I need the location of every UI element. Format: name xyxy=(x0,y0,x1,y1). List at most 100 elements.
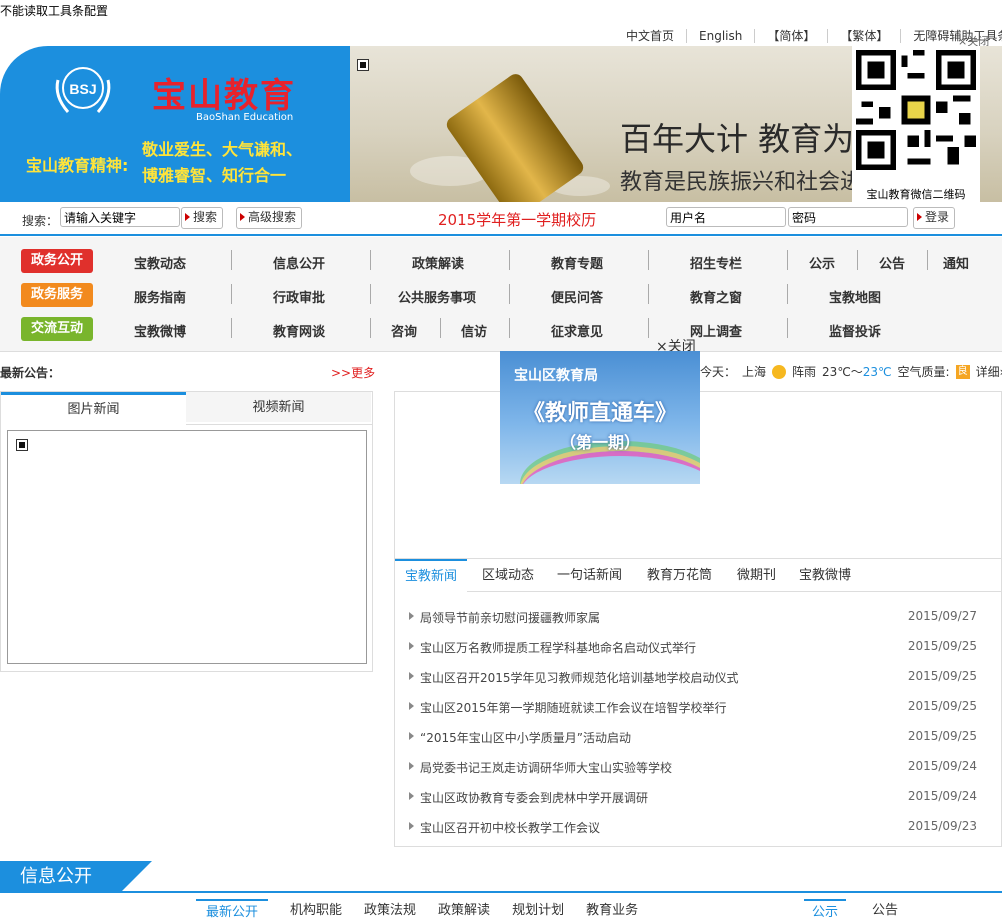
nav-item[interactable]: 教育网谈 xyxy=(273,321,325,340)
header-arrow-shape xyxy=(120,861,152,893)
qr-code-box: 宝山教育微信二维码 xyxy=(852,46,980,204)
tab-baojiao-news[interactable]: 宝教新闻 xyxy=(395,559,468,593)
nav-item[interactable]: 信息公开 xyxy=(273,253,325,272)
news-row[interactable]: 宝山区2015年第一学期随班就读工作会议在培智学校举行 2015/09/25 xyxy=(409,696,977,716)
news-tabs: 宝教新闻 区域动态 一句话新闻 教育万花筒 微期刊 宝教微博 xyxy=(395,558,1001,593)
air-quality-label: 空气质量: xyxy=(897,365,950,379)
news-row[interactable]: 宝山区召开初中校长教学工作会议 2015/09/23 xyxy=(409,816,977,836)
bullet-arrow-icon xyxy=(409,612,414,620)
rainbow-graphic xyxy=(520,451,700,484)
floating-popup-ad[interactable]: 宝山区教育局 《教师直通车》 （第一期） xyxy=(500,351,700,484)
qr-caption: 宝山教育微信二维码 xyxy=(866,188,966,201)
nav-item[interactable]: 教育专题 xyxy=(551,253,603,272)
nav-item[interactable]: 公共服务事项 xyxy=(398,287,476,306)
nav-item[interactable]: 网上调查 xyxy=(690,321,742,340)
nav-item[interactable]: 咨询 xyxy=(391,321,417,340)
login-button[interactable]: 登录 xyxy=(913,207,956,229)
nav-divider xyxy=(787,318,788,338)
bullet-arrow-icon xyxy=(409,672,414,680)
username-input[interactable] xyxy=(666,207,786,227)
weather-detail-link[interactable]: 详细» xyxy=(976,363,1002,380)
nav-category-gov-service[interactable]: 政务服务 xyxy=(21,283,93,307)
tab-micro-journal[interactable]: 微期刊 xyxy=(737,559,776,591)
nav-item[interactable]: 招生专栏 xyxy=(690,253,742,272)
picture-news-frame[interactable] xyxy=(7,430,367,664)
nav-divider xyxy=(509,318,510,338)
nav-item[interactable]: 信访 xyxy=(461,321,487,340)
info-section-header: 信息公开 xyxy=(0,861,155,893)
nav-item[interactable]: 服务指南 xyxy=(134,287,186,306)
news-row[interactable]: 宝山区政协教育专委会到虎林中学开展调研 2015/09/24 xyxy=(409,786,977,806)
top-links: 中文首页 English 【简体】 【繁体】 无障碍辅助工具条 xyxy=(614,26,1002,46)
nav-item[interactable]: 便民问答 xyxy=(551,287,603,306)
link-traditional[interactable]: 【繁体】 xyxy=(827,29,900,43)
nav-category-interaction[interactable]: 交流互动 xyxy=(21,317,93,341)
search-input[interactable] xyxy=(60,207,180,227)
slideshow-marker-icon[interactable] xyxy=(357,59,369,71)
news-row[interactable]: 局党委书记王岚走访调研华师大宝山实验等学校 2015/09/24 xyxy=(409,756,977,776)
tab-publicity[interactable]: 公示 xyxy=(804,899,847,920)
popup-org: 宝山区教育局 xyxy=(514,368,598,384)
weather-widget: 今天： 上海 阵雨 23℃～ 23℃ 空气质量: 良 详细» xyxy=(700,363,1002,380)
search-button[interactable]: 搜索 xyxy=(181,207,224,229)
advanced-search-button[interactable]: 高级搜索 xyxy=(236,207,303,229)
nav-item[interactable]: 政策解读 xyxy=(412,253,464,272)
nav-divider xyxy=(370,284,371,304)
bullet-arrow-icon xyxy=(409,792,414,800)
nav-item[interactable]: 教育之窗 xyxy=(690,287,742,306)
banner-image: 百年大计 教育为本 教育是民族振兴和社会进步 宝山教育微信二维码 xyxy=(350,46,1002,204)
tab-one-line-news[interactable]: 一句话新闻 xyxy=(557,559,622,591)
weather-temp-high: 23℃ xyxy=(862,364,892,379)
tab-kaleidoscope[interactable]: 教育万花筒 xyxy=(647,559,712,591)
link-simplified[interactable]: 【简体】 xyxy=(754,29,827,43)
school-calendar-link[interactable]: 2015学年第一学期校历 xyxy=(438,209,596,230)
emblem-text: BSJ xyxy=(69,81,96,97)
news-row[interactable]: 宝山区万名教师提质工程学科基地命名启动仪式举行 2015/09/25 xyxy=(409,636,977,656)
latest-notice-label: 最新公告： xyxy=(0,366,61,380)
notice-more-link[interactable]: >>更多 xyxy=(331,364,375,381)
popup-title: 《教师直通车》 xyxy=(522,401,677,426)
weather-today-label: 今天： xyxy=(700,365,737,379)
tab-announcement[interactable]: 公告 xyxy=(872,899,898,920)
nav-category-gov-open[interactable]: 政务公开 xyxy=(21,249,93,273)
tab-video-news[interactable]: 视频新闻 xyxy=(186,392,371,422)
tab-weibo[interactable]: 宝教微博 xyxy=(799,559,851,591)
link-chinese-home[interactable]: 中文首页 xyxy=(614,29,686,43)
search-label: 搜索： xyxy=(22,214,59,228)
banner-slogan-1: 百年大计 教育为本 xyxy=(620,120,887,158)
nav-divider xyxy=(927,250,928,270)
nav-item[interactable]: 宝教微博 xyxy=(134,321,186,340)
logo-area[interactable]: BSJ 宝山教育 BaoShan Education 宝山教育精神: 敬业爱生、… xyxy=(0,46,350,204)
nav-item[interactable]: 宝教地图 xyxy=(829,287,881,306)
nav-item[interactable]: 宝教动态 xyxy=(134,253,186,272)
nav-item[interactable]: 公示 xyxy=(809,253,835,272)
nav-divider xyxy=(509,250,510,270)
announcement-tabs: 公示 公告 xyxy=(804,899,924,920)
nav-item[interactable]: 通知 xyxy=(943,253,969,272)
picture-news-tabs: 图片新闻 视频新闻 xyxy=(1,392,372,425)
bullet-arrow-icon xyxy=(409,642,414,650)
bullet-arrow-icon xyxy=(409,822,414,830)
nav-item[interactable]: 监督投诉 xyxy=(829,321,881,340)
toolbar-message: 不能读取工具条配置 xyxy=(0,4,109,18)
nav-item[interactable]: 公告 xyxy=(879,253,905,272)
news-row[interactable]: 局领导节前亲切慰问援疆教师家属 2015/09/27 xyxy=(409,606,977,626)
link-english[interactable]: English xyxy=(686,29,754,43)
popup-issue: （第一期） xyxy=(559,433,640,452)
news-row[interactable]: 宝山区召开2015学年见习教师规范化培训基地学校启动仪式 2015/09/25 xyxy=(409,666,977,686)
nav-item[interactable]: 征求意见 xyxy=(551,321,603,340)
nav-divider xyxy=(231,318,232,338)
nav-divider xyxy=(787,284,788,304)
tab-picture-news[interactable]: 图片新闻 xyxy=(1,392,186,425)
spirit-label: 宝山教育精神: xyxy=(26,156,129,175)
picture-marker-icon xyxy=(16,439,28,451)
password-input[interactable] xyxy=(788,207,908,227)
nav-item[interactable]: 行政审批 xyxy=(273,287,325,306)
section-divider xyxy=(0,891,1002,893)
nav-divider xyxy=(648,284,649,304)
logo-title: 宝山教育 xyxy=(152,76,296,116)
tab-regional[interactable]: 区域动态 xyxy=(482,559,534,591)
news-row[interactable]: “2015年宝山区中小学质量月”活动启动 2015/09/25 xyxy=(409,726,977,746)
nav-divider xyxy=(231,284,232,304)
weather-temp-low: 23℃～ xyxy=(822,365,863,379)
